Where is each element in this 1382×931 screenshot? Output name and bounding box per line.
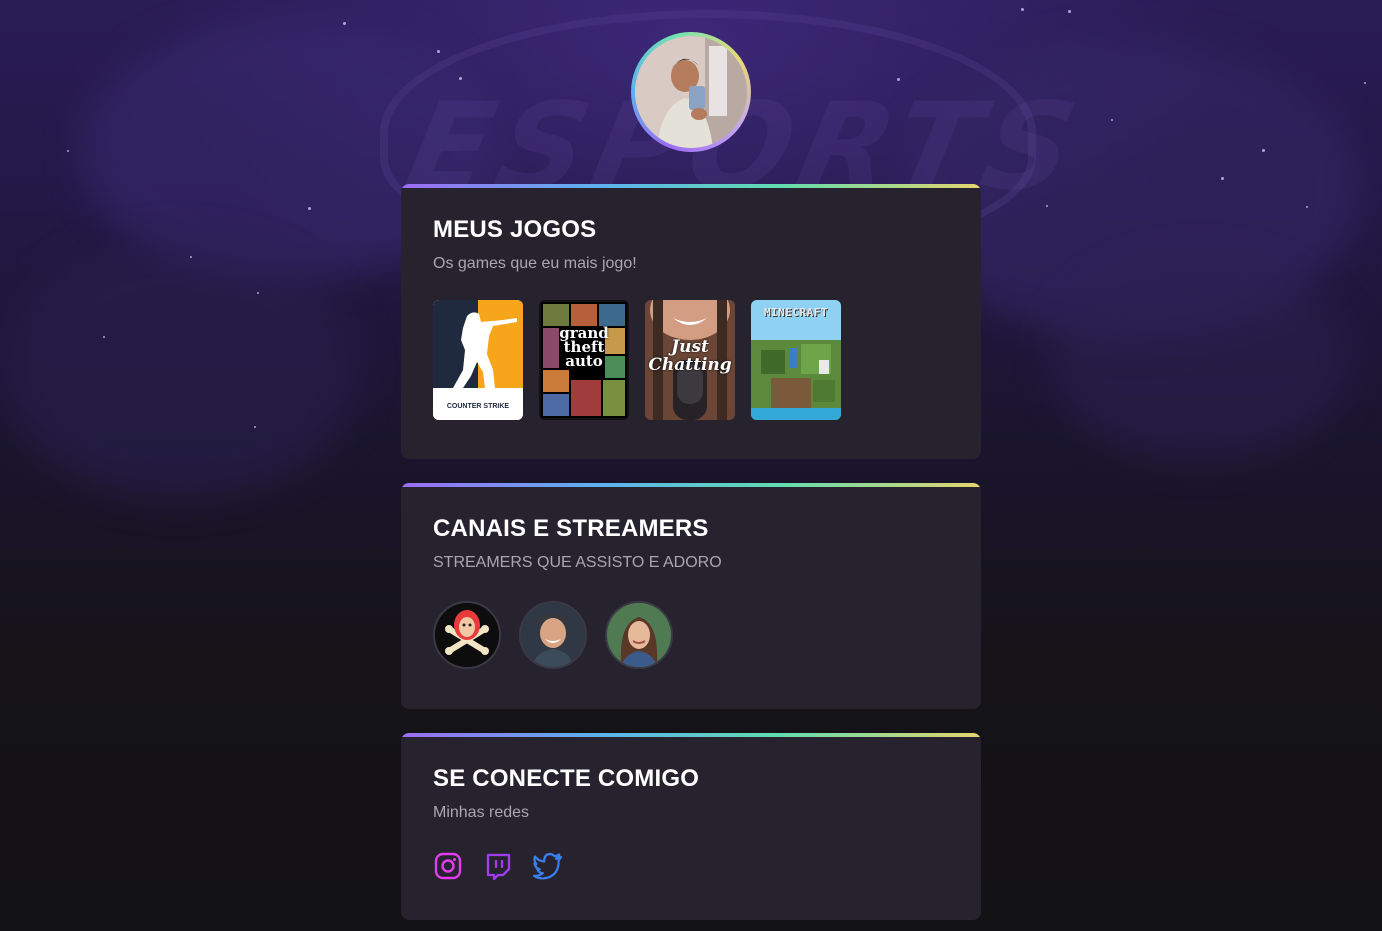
profile-avatar[interactable] [631,32,751,152]
counter-strike-label: COUNTER STRIKE [446,403,510,410]
streamer-avatar-female-icon [607,603,671,667]
skull-crossbones-avatar-icon [435,603,499,667]
streamers-card-subtitle: STREAMERS QUE ASSISTO E ADORO [433,554,722,571]
gta-line-3: auto [565,352,603,370]
streamer-avatar-male-icon [521,603,585,667]
just-chatting-line-1: Just [671,337,709,357]
social-card-subtitle: Minhas redes [433,804,530,821]
profile-photo-icon [635,36,747,148]
just-chatting-title: Just Chatting [645,338,735,374]
minecraft-title: MINECRAFT [763,306,829,319]
instagram-link[interactable] [433,851,463,881]
twitter-icon [533,852,563,880]
streamer-2[interactable] [519,601,587,669]
streamer-1[interactable] [433,601,501,669]
social-card-title: SE CONECTE COMIGO [433,765,700,792]
twitch-icon [486,853,511,880]
streamers-list [433,601,949,669]
games-card-title: MEUS JOGOS [433,216,597,243]
social-card: SE CONECTE COMIGO Minhas redes [401,733,981,920]
games-card: MEUS JOGOS Os games que eu mais jogo! CO… [401,184,981,459]
gta-title: grand theft auto [539,326,629,370]
just-chatting-line-2: Chatting [648,355,732,375]
streamers-card-title: CANAIS E STREAMERS [433,515,709,542]
game-just-chatting[interactable]: Just Chatting [645,300,735,420]
twitch-link[interactable] [483,851,513,881]
counter-strike-cover-icon [433,300,523,420]
game-gta-v[interactable]: grand theft auto [539,300,629,420]
social-links [433,851,949,881]
streamer-3[interactable] [605,601,673,669]
games-card-subtitle: Os games que eu mais jogo! [433,255,637,272]
twitter-link[interactable] [533,851,563,881]
games-list: COUNTER STRIKE grand theft auto Just Cha… [433,300,949,420]
game-counter-strike[interactable]: COUNTER STRIKE [433,300,523,420]
instagram-icon [434,852,462,880]
game-minecraft[interactable]: MINECRAFT [751,300,841,420]
streamers-card: CANAIS E STREAMERS STREAMERS QUE ASSISTO… [401,483,981,709]
